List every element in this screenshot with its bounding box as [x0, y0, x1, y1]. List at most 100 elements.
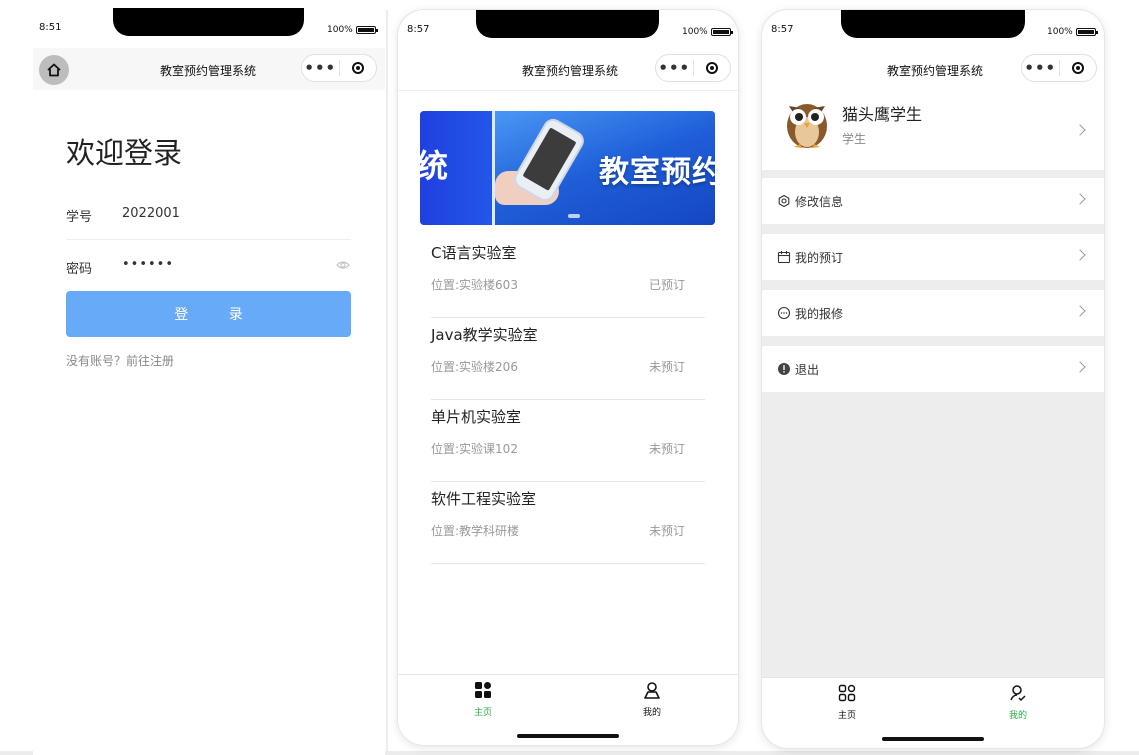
menu-label: 我的报修 — [795, 307, 844, 321]
room-item[interactable]: Java教学实验室 位置:实验楼206 未预订 — [431, 318, 705, 400]
battery-status: 100% — [682, 27, 733, 37]
banner-slide-current: 教室预约 — [495, 111, 715, 225]
battery-icon — [355, 26, 378, 34]
capsule-menu[interactable]: ••• — [655, 54, 731, 82]
target-icon — [1071, 62, 1084, 74]
menu-my-repairs[interactable]: 我的报修 — [762, 290, 1104, 336]
chevron-right-icon — [1074, 361, 1086, 373]
tab-home-label: 主页 — [473, 708, 492, 718]
field-divider — [66, 239, 351, 240]
eye-icon[interactable] — [336, 260, 350, 270]
student-id-input[interactable]: 2022001 — [122, 206, 180, 221]
password-input[interactable]: •••••• — [122, 257, 174, 272]
notch — [113, 8, 304, 36]
carousel-indicator[interactable] — [568, 214, 580, 218]
password-label: 密码 — [66, 262, 93, 277]
more-icon[interactable]: ••• — [1022, 55, 1059, 81]
room-name: C语言实验室 — [431, 244, 517, 262]
profile-card[interactable]: 猫头鹰学生 学生 — [762, 90, 1104, 170]
room-location: 位置:教学科研楼 — [431, 524, 520, 538]
chevron-right-icon — [1074, 305, 1086, 317]
target-icon — [705, 62, 718, 74]
room-status: 未预订 — [648, 524, 685, 538]
tab-mine-label: 我的 — [642, 708, 661, 718]
room-status: 未预订 — [648, 360, 685, 374]
menu-edit-info[interactable]: 修改信息 — [762, 178, 1104, 224]
user-role: 学生 — [842, 132, 867, 146]
battery-percent: 100% — [1047, 27, 1073, 37]
target-icon — [351, 62, 364, 74]
settings-icon — [778, 194, 790, 208]
tab-mine[interactable]: 我的 — [988, 684, 1048, 721]
tab-home[interactable]: 主页 — [453, 681, 513, 718]
tab-mine-label: 我的 — [1008, 711, 1027, 721]
calendar-icon — [777, 251, 791, 264]
nav-title: 教室预约管理系统 — [522, 64, 619, 78]
status-time: 8:51 — [39, 22, 62, 33]
login-title: 欢迎登录 — [66, 136, 183, 170]
tab-home[interactable]: 主页 — [817, 684, 877, 721]
alert-icon — [778, 363, 790, 375]
menu-label: 退出 — [795, 363, 820, 377]
home-icon — [47, 63, 61, 77]
grid-icon — [838, 684, 856, 702]
status-time: 8:57 — [771, 24, 794, 35]
panel-divider — [386, 10, 388, 755]
message-icon — [777, 306, 791, 320]
nav-title: 教室预约管理系统 — [160, 64, 257, 78]
menu-my-bookings[interactable]: 我的预订 — [762, 234, 1104, 280]
user-check-icon — [1010, 685, 1026, 702]
battery-status: 100% — [327, 25, 378, 35]
home-button[interactable] — [39, 55, 69, 85]
more-icon[interactable]: ••• — [656, 55, 693, 81]
room-location: 位置:实验楼206 — [431, 360, 518, 374]
battery-percent: 100% — [682, 27, 708, 37]
banner-carousel[interactable]: 统 教室预约 — [420, 111, 715, 225]
room-name: 软件工程实验室 — [431, 490, 537, 508]
room-name: 单片机实验室 — [431, 408, 522, 426]
menu-logout[interactable]: 退出 — [762, 346, 1104, 392]
home-indicator — [882, 737, 984, 741]
menu-label: 修改信息 — [795, 195, 844, 209]
home-indicator — [517, 734, 619, 738]
tab-bar: 主页 我的 — [398, 674, 738, 733]
notch — [841, 10, 1025, 38]
battery-icon — [710, 28, 733, 36]
room-item[interactable]: 单片机实验室 位置:实验课102 未预订 — [431, 400, 705, 482]
chevron-right-icon — [1074, 193, 1086, 205]
battery-icon — [1075, 28, 1098, 36]
room-item[interactable]: C语言实验室 位置:实验楼603 已预订 — [431, 236, 705, 318]
battery-status: 100% — [1047, 27, 1098, 37]
room-status: 未预订 — [648, 442, 685, 456]
room-status: 已预订 — [648, 278, 685, 292]
close-miniprogram-button[interactable] — [339, 62, 376, 74]
menu-label: 我的预订 — [795, 251, 844, 265]
user-icon — [644, 682, 660, 699]
register-link[interactable]: 没有账号？前往注册 — [66, 352, 174, 369]
chevron-right-icon — [1074, 124, 1086, 136]
tab-home-label: 主页 — [837, 711, 856, 721]
banner-left-text: 统 — [420, 147, 449, 185]
user-name: 猫头鹰学生 — [842, 105, 923, 124]
nav-divider — [398, 90, 738, 91]
room-item[interactable]: 软件工程实验室 位置:教学科研楼 未预订 — [431, 482, 705, 564]
profile-screen: 8:57 100% 教室预约管理系统 ••• 猫头鹰学生 学生 修改信息 我的预… — [762, 10, 1104, 748]
room-name: Java教学实验室 — [431, 326, 538, 344]
close-miniprogram-button[interactable] — [693, 62, 730, 74]
capsule-menu[interactable]: ••• — [301, 54, 377, 82]
room-location: 位置:实验楼603 — [431, 278, 518, 292]
close-miniprogram-button[interactable] — [1059, 62, 1096, 74]
banner-slide-prev: 统 — [420, 111, 492, 225]
battery-percent: 100% — [327, 25, 353, 35]
more-icon[interactable]: ••• — [302, 55, 339, 81]
room-location: 位置:实验课102 — [431, 442, 518, 456]
grid-icon — [475, 682, 491, 698]
tab-bar: 主页 我的 — [762, 677, 1104, 736]
banner-title: 教室预约 — [599, 155, 715, 190]
tab-mine[interactable]: 我的 — [622, 681, 682, 718]
capsule-menu[interactable]: ••• — [1021, 54, 1097, 82]
login-button[interactable]: 登 录 — [66, 291, 351, 337]
nav-title: 教室预约管理系统 — [887, 64, 984, 78]
home-screen: 8:57 100% 教室预约管理系统 ••• 统 教室预约 C语言实验室 位置:… — [398, 10, 738, 745]
owl-avatar — [787, 104, 827, 148]
